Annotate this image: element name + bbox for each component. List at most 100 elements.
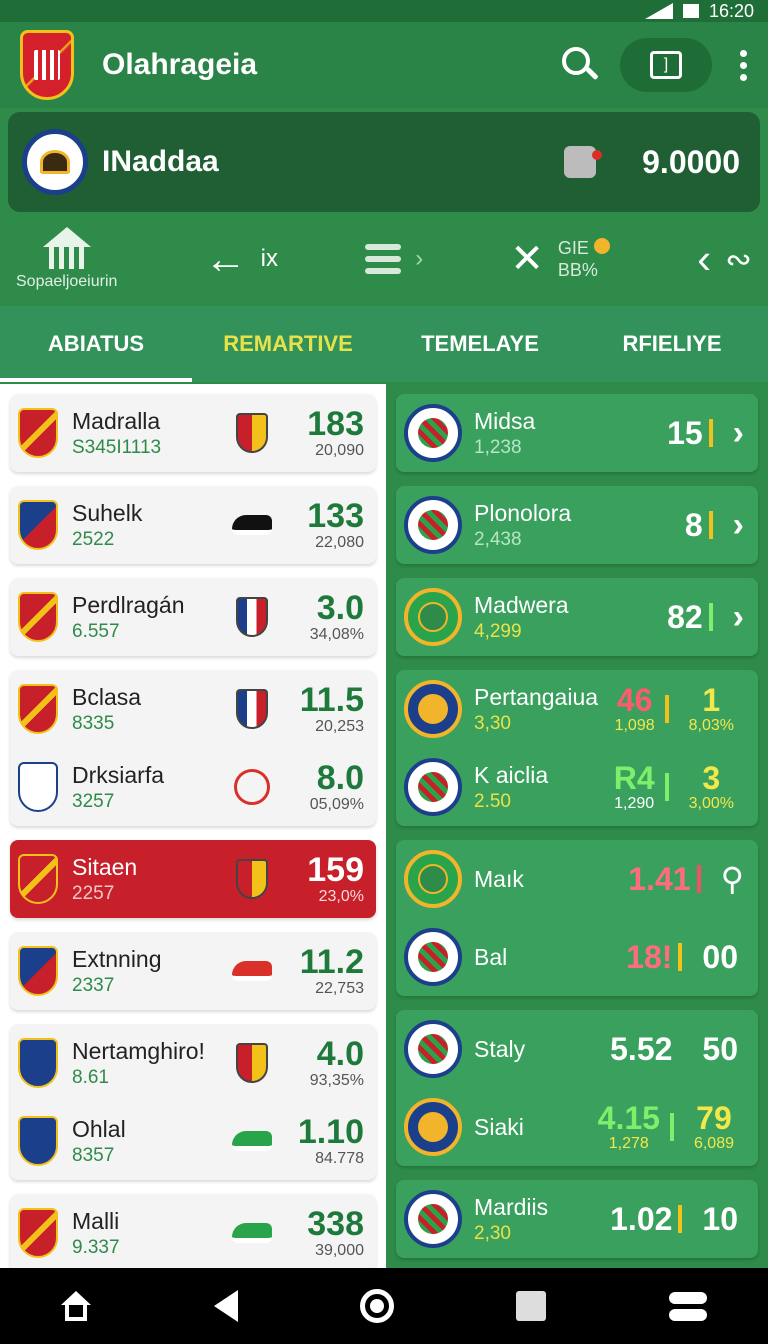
score-value: 338 xyxy=(307,1205,364,1243)
team-sub: 6.557 xyxy=(72,620,120,642)
team-sub: 9.337 xyxy=(72,1236,120,1258)
stats-shortcut[interactable]: ✕ GIE BB% xyxy=(510,236,610,282)
wallet-toggle-button[interactable]: ] xyxy=(620,38,712,92)
arrow-left-icon: ← xyxy=(204,235,247,282)
team-logo-icon xyxy=(404,496,462,554)
team-name: Nertamghiro! xyxy=(72,1037,205,1064)
divider-bar xyxy=(708,511,713,539)
team-name: K aiclia xyxy=(474,761,549,788)
chevron-right-icon: › xyxy=(415,245,424,272)
notification-icon[interactable] xyxy=(564,146,603,178)
list-item[interactable]: Maık 1.41 ⚲ Bal 18! 00 xyxy=(396,840,758,996)
list-item[interactable]: Pertangaiua 3,30 46 1,098 1 8,03% K aiclia 2… xyxy=(396,670,758,826)
tab-rfieliye[interactable]: RFIELIYE xyxy=(576,306,768,382)
team-name: Drksiarfa xyxy=(72,761,165,788)
score-sub: 20,090 xyxy=(315,442,364,459)
score-sub: 1,278 xyxy=(608,1135,649,1152)
team-crest-icon xyxy=(18,1038,58,1088)
share-shortcut[interactable]: ‹ ∾ xyxy=(697,238,752,280)
list-item[interactable]: Mardiis 2,30 1.02 10 xyxy=(396,1180,758,1258)
list-item[interactable]: Suhelk 2522 133 22,080 xyxy=(10,486,376,564)
team-name: Bal xyxy=(474,943,508,970)
team-sub: 8.61 xyxy=(72,1066,109,1088)
chevron-right-icon[interactable]: › xyxy=(733,506,744,545)
wrench-icon[interactable]: ⚲ xyxy=(721,860,744,898)
score-sub: 39,000 xyxy=(315,1242,364,1259)
score-value: 11.2 xyxy=(299,943,364,981)
team-crest-icon xyxy=(18,1116,58,1166)
team-name: Ohlal xyxy=(72,1115,126,1142)
opponent-crest-icon xyxy=(234,769,270,805)
team-name: Plonolora xyxy=(474,499,572,526)
home-circle-icon[interactable] xyxy=(359,1289,394,1323)
team-logo-icon xyxy=(404,404,462,462)
score-value: 15 xyxy=(667,414,703,451)
score-value: 159 xyxy=(307,851,364,889)
list-item[interactable]: Plonolora 2,438 8 › xyxy=(396,486,758,564)
team-logo-icon xyxy=(404,850,462,908)
shoe-icon xyxy=(232,515,272,535)
system-nav-bar xyxy=(0,1268,768,1344)
more-options-icon[interactable] xyxy=(738,49,748,81)
score-value: 183 xyxy=(307,405,364,443)
list-item[interactable]: Malli 9.337 338 39,000 xyxy=(10,1194,376,1272)
team-sub: 2.50 xyxy=(474,790,511,812)
home-nav-icon[interactable] xyxy=(61,1291,92,1321)
team-name: Staly xyxy=(474,1035,526,1062)
divider-bar xyxy=(708,603,713,631)
back-shortcut[interactable]: ← ix xyxy=(205,238,278,280)
chevron-right-icon[interactable]: › xyxy=(733,414,744,453)
tab-abiatus[interactable]: ABIATUS xyxy=(0,306,192,382)
score-value: 46 xyxy=(616,682,653,718)
list-item[interactable]: Staly 5.52 50 Siaki 4.15 1,278 79 6,089 xyxy=(396,1010,758,1166)
menu-nav-icon[interactable] xyxy=(668,1291,707,1321)
score-value: 1.10 xyxy=(297,1113,364,1151)
list-item[interactable]: Madralla S345I1113 183 20,090 xyxy=(10,394,376,472)
list-item[interactable]: Extnning 2337 11.2 22,753 xyxy=(10,932,376,1010)
score-value: 5.52 xyxy=(610,1030,673,1067)
account-name: INaddaa xyxy=(102,145,219,178)
battery-icon xyxy=(682,4,699,18)
signal-icon xyxy=(644,3,673,19)
score-value: 4.0 xyxy=(316,1035,364,1073)
team-sub: 2,30 xyxy=(474,1222,511,1244)
team-crest-icon xyxy=(18,592,58,642)
stat-top: GIE xyxy=(557,238,589,258)
sun-icon xyxy=(593,238,610,254)
list-item[interactable]: Midsa 1,238 15 › xyxy=(396,394,758,472)
list-item-selected[interactable]: Sitaen 2257 159 23,0% xyxy=(10,840,376,918)
sports-icon: ✕ xyxy=(510,237,544,281)
team-logo-icon xyxy=(404,758,462,816)
score-value: 4.15 xyxy=(597,1100,660,1136)
home-shortcut[interactable]: Sopaeljoeiurin xyxy=(16,227,117,291)
list-item[interactable]: Madwera 4,299 82 › xyxy=(396,578,758,656)
tab-remartive[interactable]: REMARTIVE xyxy=(192,306,384,382)
score-sub: 1,098 xyxy=(614,717,655,734)
list-item[interactable]: Bclasa 8335 11.5 20,253 Drksiarfa 3257 8.0 0… xyxy=(10,670,376,826)
team-sub: 8357 xyxy=(72,1144,115,1166)
score-sub: 34,08% xyxy=(309,626,364,643)
score-sub-2: 3,00% xyxy=(688,795,734,812)
team-crest-icon xyxy=(18,500,58,550)
tab-temelaye[interactable]: TEMELAYE xyxy=(384,306,576,382)
list-item[interactable]: Perdlragán 6.557 3.0 34,08% xyxy=(10,578,376,656)
team-crest-icon xyxy=(18,408,58,458)
account-banner[interactable]: INaddaa 9.0000 xyxy=(8,112,760,212)
score-sub: 20,253 xyxy=(315,718,364,735)
score-value-2: 79 xyxy=(696,1100,732,1136)
menu-shortcut[interactable]: › xyxy=(365,244,423,274)
team-name: Suhelk xyxy=(72,499,143,526)
team-name: Madralla xyxy=(72,407,161,434)
team-sub: 8335 xyxy=(72,712,115,734)
score-sub-2: 6,089 xyxy=(693,1135,734,1152)
team-name: Bclasa xyxy=(72,683,142,710)
score-value: 11.5 xyxy=(299,681,364,719)
list-item[interactable]: Nertamghiro! 8.61 4.0 93,35% Ohlal 8357 1.1… xyxy=(10,1024,376,1180)
search-icon[interactable] xyxy=(560,45,600,85)
recents-icon[interactable] xyxy=(516,1291,547,1321)
tab-bar: ABIATUS REMARTIVE TEMELAYE RFIELIYE xyxy=(0,306,768,382)
back-nav-icon[interactable] xyxy=(213,1290,238,1322)
score-value: 1.02 xyxy=(610,1200,673,1237)
chevron-right-icon[interactable]: › xyxy=(733,598,744,637)
shoe-icon xyxy=(232,961,272,981)
